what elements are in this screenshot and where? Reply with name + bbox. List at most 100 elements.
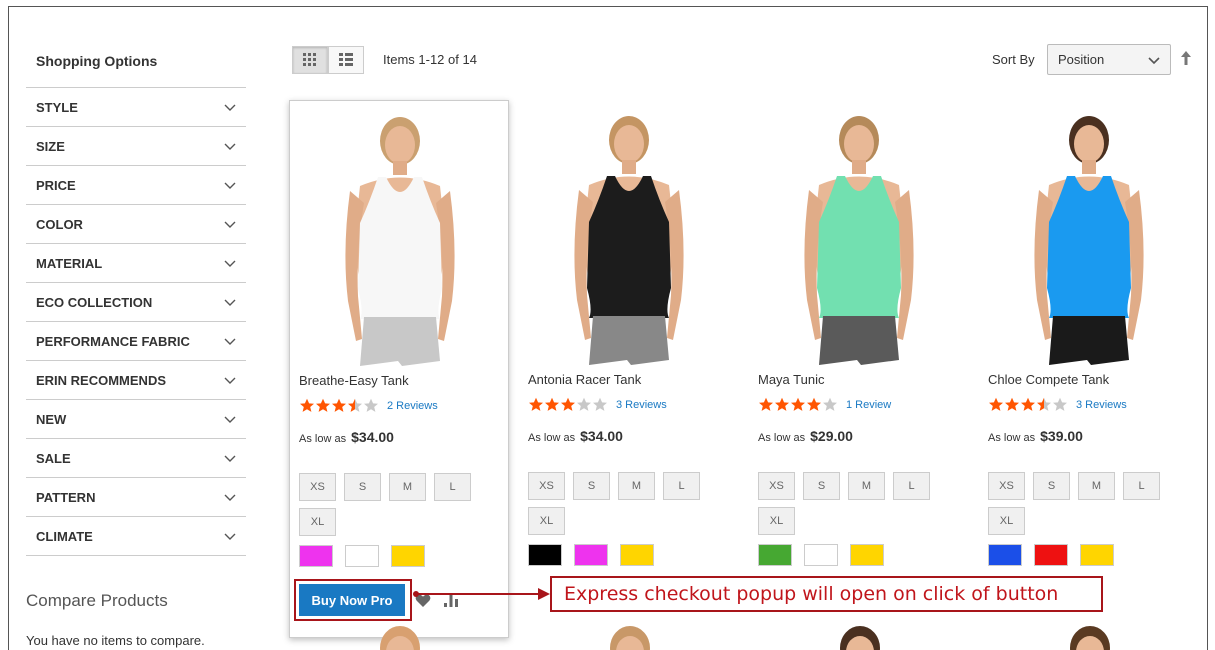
product-name-link[interactable]: Antonia Racer Tank xyxy=(528,372,641,387)
color-swatch[interactable] xyxy=(391,545,425,567)
size-option-l[interactable]: L xyxy=(893,472,930,500)
grid-view-button[interactable] xyxy=(292,46,328,74)
filter-label: PRICE xyxy=(36,177,76,193)
next-row-product-image[interactable] xyxy=(830,622,890,650)
reviews-link[interactable]: 2 Reviews xyxy=(387,400,438,412)
product-card[interactable]: Breathe-Easy Tank 2 Reviews As low as $34.… xyxy=(289,100,509,638)
color-swatch[interactable] xyxy=(758,544,792,566)
size-option-s[interactable]: S xyxy=(803,472,840,500)
sort-ascending-arrow-icon[interactable] xyxy=(1180,50,1192,66)
filter-climate[interactable]: CLIMATE xyxy=(26,517,246,556)
product-image[interactable] xyxy=(519,110,739,365)
filter-color[interactable]: COLOR xyxy=(26,205,246,244)
callout-text: Express checkout popup will open on clic… xyxy=(564,583,1059,605)
size-option-xl[interactable]: XL xyxy=(988,507,1025,535)
product-card[interactable]: Maya Tunic 1 Review As low as $29.00 XS S M L X… xyxy=(749,100,969,638)
chevron-down-icon xyxy=(224,143,236,150)
filter-label: CLIMATE xyxy=(36,528,93,544)
filter-label: ECO COLLECTION xyxy=(36,294,153,310)
product-rating: 1 Review xyxy=(758,397,891,412)
filter-size[interactable]: SIZE xyxy=(26,127,246,166)
size-option-xs[interactable]: XS xyxy=(758,472,795,500)
product-image[interactable] xyxy=(749,110,969,365)
sort-by-select[interactable]: Position xyxy=(1047,44,1171,75)
size-option-xl[interactable]: XL xyxy=(758,507,795,535)
list-view-button[interactable] xyxy=(328,46,364,74)
color-swatch[interactable] xyxy=(620,544,654,566)
size-option-xl[interactable]: XL xyxy=(299,508,336,536)
color-swatch[interactable] xyxy=(528,544,562,566)
size-option-m[interactable]: M xyxy=(1078,472,1115,500)
size-option-m[interactable]: M xyxy=(848,472,885,500)
sidebar-filters: Shopping Options STYLE SIZE PRICE COLOR MATE… xyxy=(26,40,246,556)
product-image[interactable] xyxy=(290,111,510,366)
color-options xyxy=(299,545,425,567)
filter-price[interactable]: PRICE xyxy=(26,166,246,205)
product-price: As low as $29.00 xyxy=(758,428,853,444)
product-name-link[interactable]: Maya Tunic xyxy=(758,372,824,387)
product-card[interactable]: Antonia Racer Tank 3 Reviews As low as $34… xyxy=(519,100,739,638)
color-swatch[interactable] xyxy=(804,544,838,566)
filter-eco-collection[interactable]: ECO COLLECTION xyxy=(26,283,246,322)
product-name-link[interactable]: Chloe Compete Tank xyxy=(988,372,1109,387)
size-option-l[interactable]: L xyxy=(434,473,471,501)
color-swatch[interactable] xyxy=(299,545,333,567)
filter-material[interactable]: MATERIAL xyxy=(26,244,246,283)
chevron-down-icon xyxy=(224,260,236,267)
star-icon xyxy=(791,397,805,411)
star-icon xyxy=(1053,397,1067,411)
star-icon xyxy=(545,397,559,411)
items-count: Items 1-12 of 14 xyxy=(383,52,477,67)
filter-pattern[interactable]: PATTERN xyxy=(26,478,246,517)
color-swatch[interactable] xyxy=(1080,544,1114,566)
size-options: XS S M L XL xyxy=(528,472,728,535)
chevron-down-icon xyxy=(224,338,236,345)
filter-erin-recommends[interactable]: ERIN RECOMMENDS xyxy=(26,361,246,400)
product-image[interactable] xyxy=(979,110,1199,365)
express-checkout-callout: Express checkout popup will open on clic… xyxy=(550,576,1103,612)
star-icon xyxy=(1005,397,1019,411)
color-swatch[interactable] xyxy=(850,544,884,566)
next-row-product-image[interactable] xyxy=(600,622,660,650)
size-option-m[interactable]: M xyxy=(618,472,655,500)
size-option-xs[interactable]: XS xyxy=(299,473,336,501)
sort-by-value: Position xyxy=(1058,52,1105,67)
product-name-link[interactable]: Breathe-Easy Tank xyxy=(299,373,409,388)
chevron-down-icon xyxy=(224,533,236,540)
size-option-xs[interactable]: XS xyxy=(528,472,565,500)
star-icon xyxy=(823,397,837,411)
star-icon xyxy=(300,398,314,412)
size-option-s[interactable]: S xyxy=(573,472,610,500)
color-swatch[interactable] xyxy=(574,544,608,566)
filter-style[interactable]: STYLE xyxy=(26,88,246,127)
reviews-link[interactable]: 1 Review xyxy=(846,399,891,411)
product-price: As low as $34.00 xyxy=(299,429,394,445)
rating-stars xyxy=(528,397,608,412)
filter-new[interactable]: NEW xyxy=(26,400,246,439)
star-icon xyxy=(348,398,362,412)
size-option-s[interactable]: S xyxy=(344,473,381,501)
reviews-link[interactable]: 3 Reviews xyxy=(1076,399,1127,411)
star-icon xyxy=(561,397,575,411)
reviews-link[interactable]: 3 Reviews xyxy=(616,399,667,411)
next-row-product-image[interactable] xyxy=(370,622,430,650)
size-option-m[interactable]: M xyxy=(389,473,426,501)
next-row-product-image[interactable] xyxy=(1060,622,1120,650)
buy-now-pro-button[interactable]: Buy Now Pro xyxy=(299,584,405,616)
color-swatch[interactable] xyxy=(345,545,379,567)
price-prefix: As low as xyxy=(758,432,806,444)
price-prefix: As low as xyxy=(528,432,576,444)
size-option-xs[interactable]: XS xyxy=(988,472,1025,500)
color-swatch[interactable] xyxy=(988,544,1022,566)
size-option-l[interactable]: L xyxy=(663,472,700,500)
filter-performance-fabric[interactable]: PERFORMANCE FABRIC xyxy=(26,322,246,361)
product-card[interactable]: Chloe Compete Tank 3 Reviews As low as $39… xyxy=(979,100,1199,638)
color-swatch[interactable] xyxy=(1034,544,1068,566)
size-option-s[interactable]: S xyxy=(1033,472,1070,500)
size-option-xl[interactable]: XL xyxy=(528,507,565,535)
price-value: $34.00 xyxy=(580,428,623,444)
price-value: $34.00 xyxy=(351,429,394,445)
filter-sale[interactable]: SALE xyxy=(26,439,246,478)
size-option-l[interactable]: L xyxy=(1123,472,1160,500)
filter-label: SALE xyxy=(36,450,71,466)
